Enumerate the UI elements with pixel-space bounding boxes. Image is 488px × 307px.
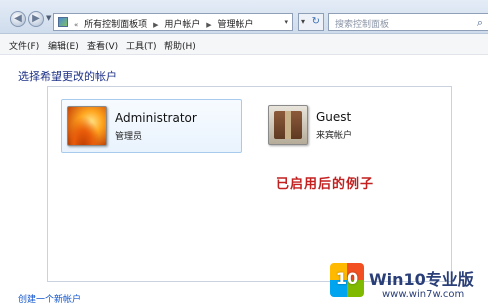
- refresh-icon: ↻: [311, 16, 320, 27]
- breadcrumb-all-control-panel-items[interactable]: 所有控制面板项: [84, 20, 147, 30]
- search-icon[interactable]: ⌕: [477, 16, 483, 30]
- accounts-panel: Administrator 管理员 Guest 来宾帐户 已启用后的例子: [47, 86, 452, 282]
- breadcrumb-manage-accounts[interactable]: 管理帐户: [217, 20, 253, 30]
- watermark-url: www.win7w.com: [382, 289, 465, 300]
- account-tile-administrator[interactable]: Administrator 管理员: [61, 99, 242, 153]
- account-role: 来宾帐户: [316, 131, 353, 141]
- search-input[interactable]: 搜索控制面板 ⌕: [328, 13, 488, 31]
- account-role: 管理员: [115, 132, 143, 142]
- control-panel-icon: [58, 17, 68, 27]
- forward-button[interactable]: ▶: [28, 11, 44, 27]
- address-dropdown-icon[interactable]: ▾: [284, 18, 288, 26]
- breadcrumb-separator-icon[interactable]: ▶: [203, 21, 214, 29]
- create-account-link[interactable]: 创建一个新帐户: [18, 292, 81, 305]
- back-arrow-icon: ◀: [14, 13, 22, 24]
- address-dropdown-icon[interactable]: ▾: [301, 14, 305, 30]
- logo-text: 10: [335, 269, 359, 288]
- breadcrumb-overflow[interactable]: «: [71, 21, 81, 29]
- address-field[interactable]: « 所有控制面板项 ▶ 用户帐户 ▶ 管理帐户 ▾: [53, 13, 293, 31]
- refresh-button[interactable]: ▾ ↻: [298, 13, 324, 31]
- search-placeholder: 搜索控制面板: [335, 20, 390, 30]
- briefcase-strap: [285, 111, 291, 139]
- account-tile-guest[interactable]: Guest 来宾帐户: [263, 99, 444, 153]
- menu-bar: 文件(F) 编辑(E) 查看(V) 工具(T) 帮助(H): [0, 34, 488, 55]
- breadcrumb-separator-icon[interactable]: ▶: [150, 21, 161, 29]
- windows-logo-icon: 10: [330, 263, 364, 297]
- menu-help[interactable]: 帮助(H): [164, 39, 196, 52]
- menu-view[interactable]: 查看(V): [87, 39, 118, 52]
- menu-edit[interactable]: 编辑(E): [48, 39, 79, 52]
- menu-tools[interactable]: 工具(T): [126, 39, 157, 52]
- address-toolbar: ◀ ▶ ▼ « 所有控制面板项 ▶ 用户帐户 ▶ 管理帐户 ▾ ▾ ↻ 搜索控制…: [0, 0, 488, 34]
- account-name: Administrator: [115, 111, 197, 125]
- breadcrumb: « 所有控制面板项 ▶ 用户帐户 ▶ 管理帐户: [71, 17, 254, 30]
- recent-pages-dropdown[interactable]: ▼: [46, 14, 51, 22]
- menu-file[interactable]: 文件(F): [9, 39, 39, 52]
- orange-flower-picture: [67, 106, 107, 146]
- page-title: 选择希望更改的帐户: [18, 70, 117, 83]
- breadcrumb-user-accounts[interactable]: 用户帐户: [164, 20, 200, 30]
- forward-arrow-icon: ▶: [32, 13, 40, 24]
- briefcase-picture: [268, 105, 308, 145]
- watermark: 10 Win10专业版 www.win7w.com: [330, 263, 488, 307]
- watermark-title: Win10专业版: [369, 270, 474, 289]
- account-name: Guest: [316, 110, 352, 124]
- back-button[interactable]: ◀: [10, 11, 26, 27]
- annotation-text: 已启用后的例子: [276, 177, 375, 192]
- chevron-down-icon: ▼: [46, 14, 52, 22]
